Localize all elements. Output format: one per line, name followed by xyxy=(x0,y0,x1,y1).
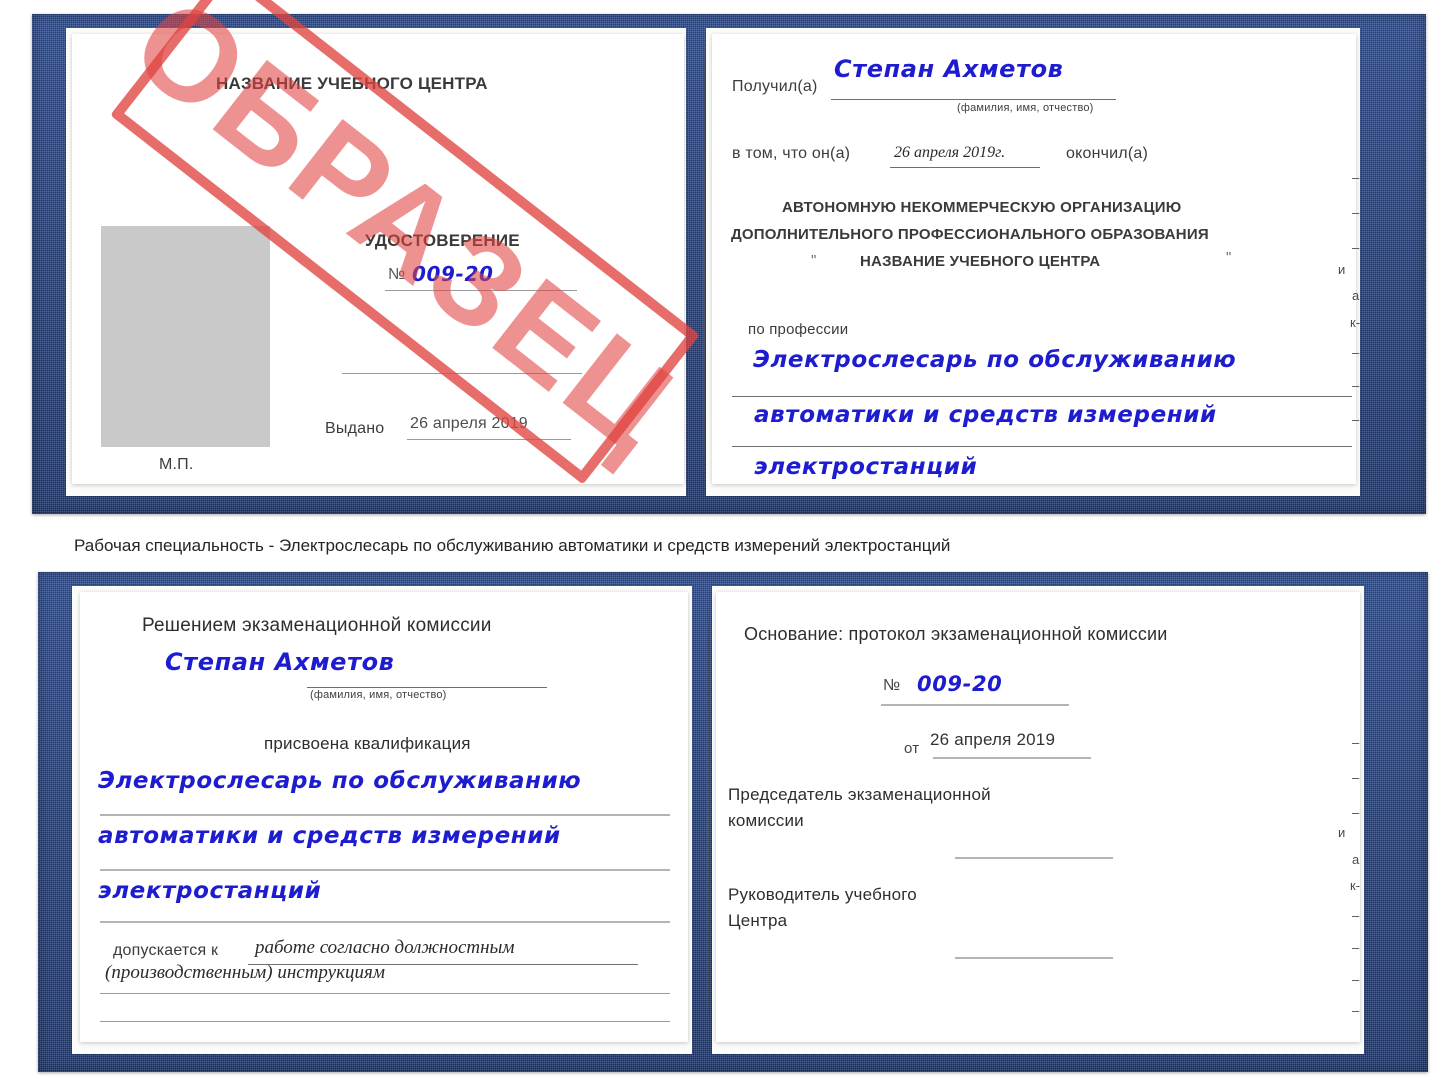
edge-fragment-bottom-9: – xyxy=(1352,972,1360,987)
head-line-2: Центра xyxy=(728,911,788,930)
profession-line-3: электростанций xyxy=(754,454,978,480)
bottom-right-page: Основание: протокол экзаменационной коми… xyxy=(716,592,1360,1042)
qualification-rule-2 xyxy=(100,869,670,871)
head-signature-rule xyxy=(955,957,1113,959)
edge-fragment-top-4: и xyxy=(1338,262,1346,277)
org-quote-open: " xyxy=(811,252,817,269)
qualification-rule-3 xyxy=(100,921,670,923)
chairman-signature-rule xyxy=(955,857,1113,859)
finished-label: окончил(а) xyxy=(1066,145,1148,162)
graduate-name-rule xyxy=(307,687,547,688)
admitted-rule-3 xyxy=(100,1021,670,1022)
certificate-number-value: 009-20 xyxy=(412,262,494,286)
protocol-number-value: 009-20 xyxy=(917,672,1003,696)
caption-text: Рабочая специальность - Электрослесарь п… xyxy=(74,536,951,555)
org-line-2: ДОПОЛНИТЕЛЬНОГО ПРОФЕССИОНАЛЬНОГО ОБРАЗО… xyxy=(731,226,1209,243)
issued-rule xyxy=(407,439,571,440)
that-he-label: в том, что он(а) xyxy=(732,145,851,162)
org-quote-close: " xyxy=(1226,249,1232,266)
training-center-header: НАЗВАНИЕ УЧЕБНОГО ЦЕНТРА xyxy=(216,74,488,93)
profession-line-1: Электрослесарь по обслуживанию xyxy=(753,347,1237,373)
received-value: Степан Ахметов xyxy=(834,55,1064,83)
edge-fragment-bottom-6: к- xyxy=(1350,878,1361,893)
edge-fragment-top-1: – xyxy=(1352,170,1360,185)
edge-fragment-top-7: – xyxy=(1352,345,1360,360)
protocol-date-label: от xyxy=(904,740,920,757)
chairman-line-1: Председатель экзаменационной xyxy=(728,785,991,804)
admitted-label: допускается к xyxy=(113,942,219,959)
seal-place-label: М.П. xyxy=(159,456,194,473)
qualification-label: присвоена квалификация xyxy=(264,734,471,753)
qualification-line-2: автоматики и средств измерений xyxy=(98,823,561,849)
edge-fragment-top-8: – xyxy=(1352,378,1360,393)
fio-hint-bottom: (фамилия, имя, отчество) xyxy=(310,689,447,701)
edge-fragment-top-5: а xyxy=(1352,288,1360,303)
profession-line-2: автоматики и средств измерений xyxy=(754,402,1217,428)
commission-decision-heading: Решением экзаменационной комиссии xyxy=(142,615,492,636)
edge-fragment-bottom-3: – xyxy=(1352,805,1360,820)
edge-fragment-top-9: – xyxy=(1352,412,1360,427)
fio-hint-top: (фамилия, имя, отчество) xyxy=(957,102,1094,114)
edge-fragment-top-6: к- xyxy=(1350,315,1361,330)
profession-label: по профессии xyxy=(748,321,849,338)
edge-fragment-bottom-1: – xyxy=(1352,735,1360,750)
edge-fragment-bottom-4: и xyxy=(1338,825,1346,840)
profession-rule-2 xyxy=(732,446,1352,447)
head-line-1: Руководитель учебного xyxy=(728,885,917,904)
issued-value: 26 апреля 2019 xyxy=(410,415,528,432)
edge-fragment-bottom-10: – xyxy=(1352,1003,1360,1018)
graduate-name-value: Степан Ахметов xyxy=(165,648,395,676)
edge-fragment-bottom-7: – xyxy=(1352,908,1360,923)
top-certificate-spine xyxy=(703,36,705,482)
certificate-blank-rule xyxy=(342,373,582,374)
completion-date-value: 26 апреля 2019г. xyxy=(894,144,1006,161)
top-right-page: Получил(а) Степан Ахметов (фамилия, имя,… xyxy=(712,34,1356,484)
edge-fragment-bottom-5: а xyxy=(1352,852,1360,867)
qualification-rule-1 xyxy=(100,814,670,816)
admitted-rule-2 xyxy=(100,993,670,994)
protocol-date-value: 26 апреля 2019 xyxy=(930,730,1056,749)
completion-date-rule xyxy=(890,167,1040,168)
received-label: Получил(а) xyxy=(732,78,818,95)
top-left-page: НАЗВАНИЕ УЧЕБНОГО ЦЕНТРА УДОСТОВЕРЕНИЕ №… xyxy=(72,34,684,484)
issued-label: Выдано xyxy=(325,420,385,437)
qualification-line-1: Электрослесарь по обслуживанию xyxy=(98,768,582,794)
bottom-certificate-spine xyxy=(707,594,709,1040)
admitted-value-line-2: (производственным) инструкциям xyxy=(105,962,385,983)
basis-label: Основание: протокол экзаменационной коми… xyxy=(744,624,1168,644)
protocol-date-rule xyxy=(933,757,1091,759)
certificate-number-label: № xyxy=(388,266,406,283)
edge-fragment-top-2: – xyxy=(1352,205,1360,220)
qualification-line-3: электростанций xyxy=(98,878,322,904)
edge-fragment-top-3: – xyxy=(1352,240,1360,255)
received-rule xyxy=(831,99,1116,100)
org-line-1: АВТОНОМНУЮ НЕКОММЕРЧЕСКУЮ ОРГАНИЗАЦИЮ xyxy=(782,199,1182,216)
org-name: НАЗВАНИЕ УЧЕБНОГО ЦЕНТРА xyxy=(860,253,1101,270)
profession-rule-1 xyxy=(732,396,1352,397)
protocol-number-rule xyxy=(881,704,1069,706)
photo-placeholder xyxy=(101,226,270,447)
bottom-left-page: Решением экзаменационной комиссии Степан… xyxy=(80,592,688,1042)
protocol-number-label: № xyxy=(883,677,901,694)
edge-fragment-bottom-2: – xyxy=(1352,770,1360,785)
certificate-number-rule xyxy=(385,290,577,291)
certificate-title: УДОСТОВЕРЕНИЕ xyxy=(365,231,520,250)
admitted-value-line-1: работе согласно должностным xyxy=(255,937,515,958)
edge-fragment-bottom-8: – xyxy=(1352,940,1360,955)
chairman-line-2: комиссии xyxy=(728,811,804,830)
